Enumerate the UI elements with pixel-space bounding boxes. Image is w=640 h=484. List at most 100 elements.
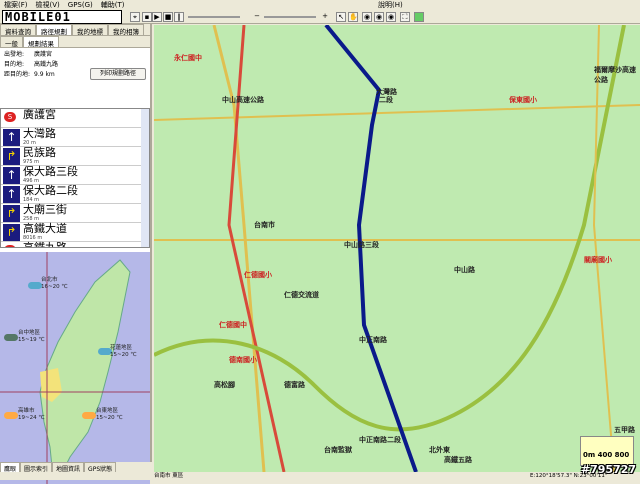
tab-general[interactable]: 一般	[0, 36, 23, 48]
end-pin-icon: E	[4, 245, 16, 247]
map-label: 中正南路	[359, 335, 387, 344]
straight-arrow-icon: ↑	[3, 186, 20, 203]
main-tabs: 資料查詢 路徑規劃 我的地標 我的相簿	[0, 24, 150, 36]
sun-cloud-icon	[82, 412, 96, 419]
tab-my-album[interactable]: 我的相簿	[108, 24, 144, 36]
steps-scrollbar[interactable]	[141, 109, 149, 247]
map-label: 中山路三段	[344, 240, 379, 249]
step-road: 高鐵大道	[23, 222, 67, 235]
dest-value: 高鐵九路	[34, 61, 59, 68]
menu-file[interactable]: 檔案(F)	[4, 0, 28, 10]
map-label: 中正南路二段	[359, 435, 401, 444]
scale-bar: 0m 400 800	[580, 436, 634, 466]
map-label: 永仁國中	[174, 53, 202, 62]
play-button[interactable]: ▶	[152, 12, 162, 22]
status-district: 台南市 東區	[154, 473, 184, 479]
straight-arrow-icon: ↑	[3, 129, 20, 146]
menu-gps[interactable]: GPS(G)	[68, 0, 93, 10]
distance-label: 距目的地:	[4, 71, 31, 78]
pan-hand-icon[interactable]: ✋	[348, 12, 358, 22]
map-label: 仁德國小	[244, 270, 272, 279]
step-road: 大灣路	[23, 127, 56, 140]
status-bar: 台南市 東區 E:120°18'57.3" N:23°00'11"	[0, 472, 640, 480]
tool-icon-1[interactable]: ◉	[362, 12, 372, 22]
weather-hualien: 花蓮地區 15~20 ℃	[110, 345, 137, 358]
cloud-icon	[4, 334, 18, 341]
step-road: 保大路二段	[23, 184, 78, 197]
weather-taipei: 台北市 16~20 ℃	[41, 277, 68, 290]
route-step[interactable]: S 廣護宮	[1, 109, 149, 128]
map-label: 德富路	[284, 380, 305, 389]
step-road: 民族路	[23, 146, 56, 159]
map-label: 中山高速公路	[222, 95, 264, 104]
menu-help[interactable]: 說明(H)	[378, 0, 403, 10]
map-label: 五甲路	[614, 425, 635, 434]
map-label: 中山路	[454, 265, 475, 274]
weather-kaohsiung: 高雄市 19~24 ℃	[18, 408, 45, 421]
tab-plan-result[interactable]: 規劃結果	[23, 36, 59, 48]
map-label: 仁德國中	[219, 320, 247, 329]
tab-my-landmarks[interactable]: 我的地標	[72, 24, 108, 36]
route-step[interactable]: ↑ 保大路二段 184 m	[1, 185, 149, 204]
start-pin-icon: S	[4, 112, 16, 122]
menu-view[interactable]: 檢視(V)	[36, 0, 60, 10]
weather-taichung: 台中地區 15~19 ℃	[18, 330, 45, 343]
playback-slider[interactable]	[188, 16, 240, 18]
select-icon[interactable]: ↖	[336, 12, 346, 22]
map-label: 高鐵五路	[444, 455, 472, 464]
cloud-icon	[28, 282, 42, 289]
straight-arrow-icon: ↑	[3, 167, 20, 184]
turn-right-icon: ↱	[3, 205, 20, 222]
gps-icon[interactable]: ⌖	[130, 12, 140, 22]
map-label: 台南市	[254, 220, 275, 229]
step-road: 高鐵九路	[23, 241, 67, 248]
watermark: #795727	[580, 463, 636, 476]
map-label: 保東國小	[509, 95, 537, 104]
pause-button[interactable]: ‖	[174, 12, 184, 22]
map-label: 台南監獄	[324, 445, 352, 454]
turn-right-icon: ↱	[3, 224, 20, 241]
distance-value: 9.9 km	[34, 71, 55, 78]
route-info: 出發地: 廣護宮 目的地: 高鐵九路 距目的地: 9.9 km 列印規劃路徑	[0, 48, 150, 84]
route-steps-list: S 廣護宮 ↑ 大灣路 20 m ↱ 民族路 975 m ↑ 保大路三段 496 m ↑ 保大路二段 18…	[0, 108, 150, 248]
overview-map[interactable]: 台北市 16~20 ℃ 台中地區 15~19 ℃ 花蓮地區 15~20 ℃ 高雄市 19…	[0, 252, 150, 484]
route-step[interactable]: E 高鐵九路	[1, 241, 149, 248]
tab-route-plan[interactable]: 路徑規劃	[36, 24, 72, 36]
logo: MOBILE01	[2, 10, 122, 24]
start-label: 出發地:	[4, 51, 25, 58]
fullscreen-icon[interactable]: ⛶	[400, 12, 410, 22]
sub-tabs: 一般 規劃結果	[0, 36, 150, 48]
main-map[interactable]: 永仁國中 中山高速公路 大灣路 保東國小 中山路三段 仁德國小 仁德國中 德南國小 中正南路 中山…	[154, 25, 640, 472]
route-step[interactable]: ↱ 大廟三街 258 m	[1, 204, 149, 223]
map-label: 仁德交流道	[284, 290, 319, 299]
menu-tools[interactable]: 輔助(T)	[101, 0, 125, 10]
map-label: 德南國小	[229, 355, 257, 364]
menu-bar: 檔案(F) 檢視(V) GPS(G) 輔助(T) 說明(H)	[0, 0, 640, 10]
taiwan-shape	[0, 252, 150, 484]
step-road: 保大路三段	[23, 165, 78, 178]
route-step[interactable]: ↱ 高鐵大道 8016 m	[1, 223, 149, 242]
zoom-in-icon[interactable]: +	[320, 12, 330, 22]
turn-right-icon: ↱	[3, 148, 20, 165]
map-label: 關廟國小	[584, 255, 612, 264]
route-step[interactable]: ↑ 大灣路 20 m	[1, 128, 149, 147]
sun-cloud-icon	[4, 412, 18, 419]
route-step[interactable]: ↱ 民族路 975 m	[1, 147, 149, 166]
tab-data-query[interactable]: 資料查詢	[0, 24, 36, 36]
left-panel: 資料查詢 路徑規劃 我的地標 我的相簿 一般 規劃結果 出發地: 廣護宮 目的地:…	[0, 24, 152, 484]
zoom-out-icon[interactable]: −	[252, 12, 262, 22]
tool-icon-3[interactable]: ◉	[386, 12, 396, 22]
print-route-button[interactable]: 列印規劃路徑	[90, 68, 146, 80]
map-label: 高松腳	[214, 380, 235, 389]
tool-icon-2[interactable]: ◉	[374, 12, 384, 22]
map-roads	[154, 25, 640, 472]
map-label: 北外東	[429, 445, 450, 454]
route-step[interactable]: ↑ 保大路三段 496 m	[1, 166, 149, 185]
zoom-slider[interactable]	[264, 16, 316, 18]
map-view-icon[interactable]	[414, 12, 424, 22]
map-label: 二段	[379, 95, 393, 104]
start-value: 廣護宮	[34, 51, 53, 58]
step-road: 大廟三街	[23, 203, 67, 216]
stop-button[interactable]: ■	[163, 12, 173, 22]
save-icon[interactable]: ▪	[142, 12, 152, 22]
